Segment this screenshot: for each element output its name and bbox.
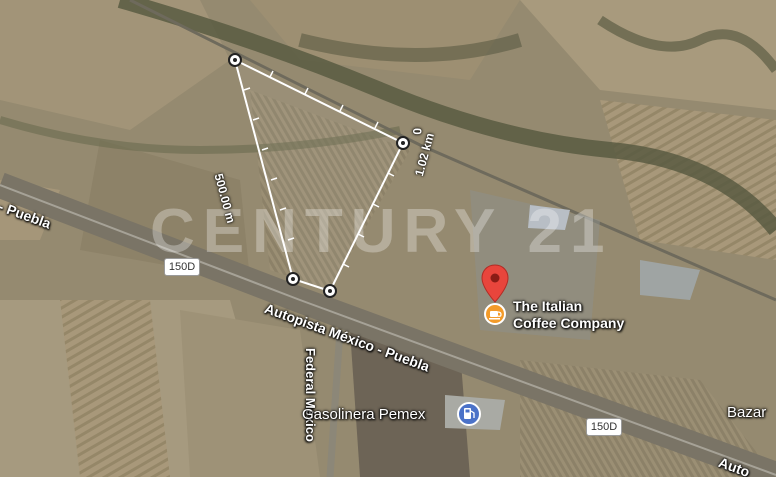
highway-shield: 150D <box>164 258 200 276</box>
measure-vertex[interactable] <box>228 53 242 67</box>
place-label-bazar[interactable]: Bazar <box>727 404 766 421</box>
measure-vertex[interactable] <box>286 272 300 286</box>
place-label-coffee-line1: The Italian <box>513 298 583 314</box>
satellite-map[interactable]: CENTURY 21 500.00 m 0 1.02 km - Puebla A… <box>0 0 776 477</box>
gas-station-icon[interactable] <box>457 402 481 426</box>
place-label-coffee[interactable]: The Italian Coffee Company <box>513 298 624 332</box>
place-label-gas-station[interactable]: Gasolinera Pemex <box>302 406 425 423</box>
road-label-federal: Federal México <box>303 348 318 442</box>
location-pin-icon[interactable] <box>480 264 510 304</box>
place-label-coffee-line2: Coffee Company <box>513 315 625 331</box>
measure-vertex[interactable] <box>396 136 410 150</box>
highway-shield: 150D <box>586 418 622 436</box>
measure-vertex[interactable] <box>323 284 337 298</box>
coffee-cup-icon[interactable] <box>484 303 506 325</box>
